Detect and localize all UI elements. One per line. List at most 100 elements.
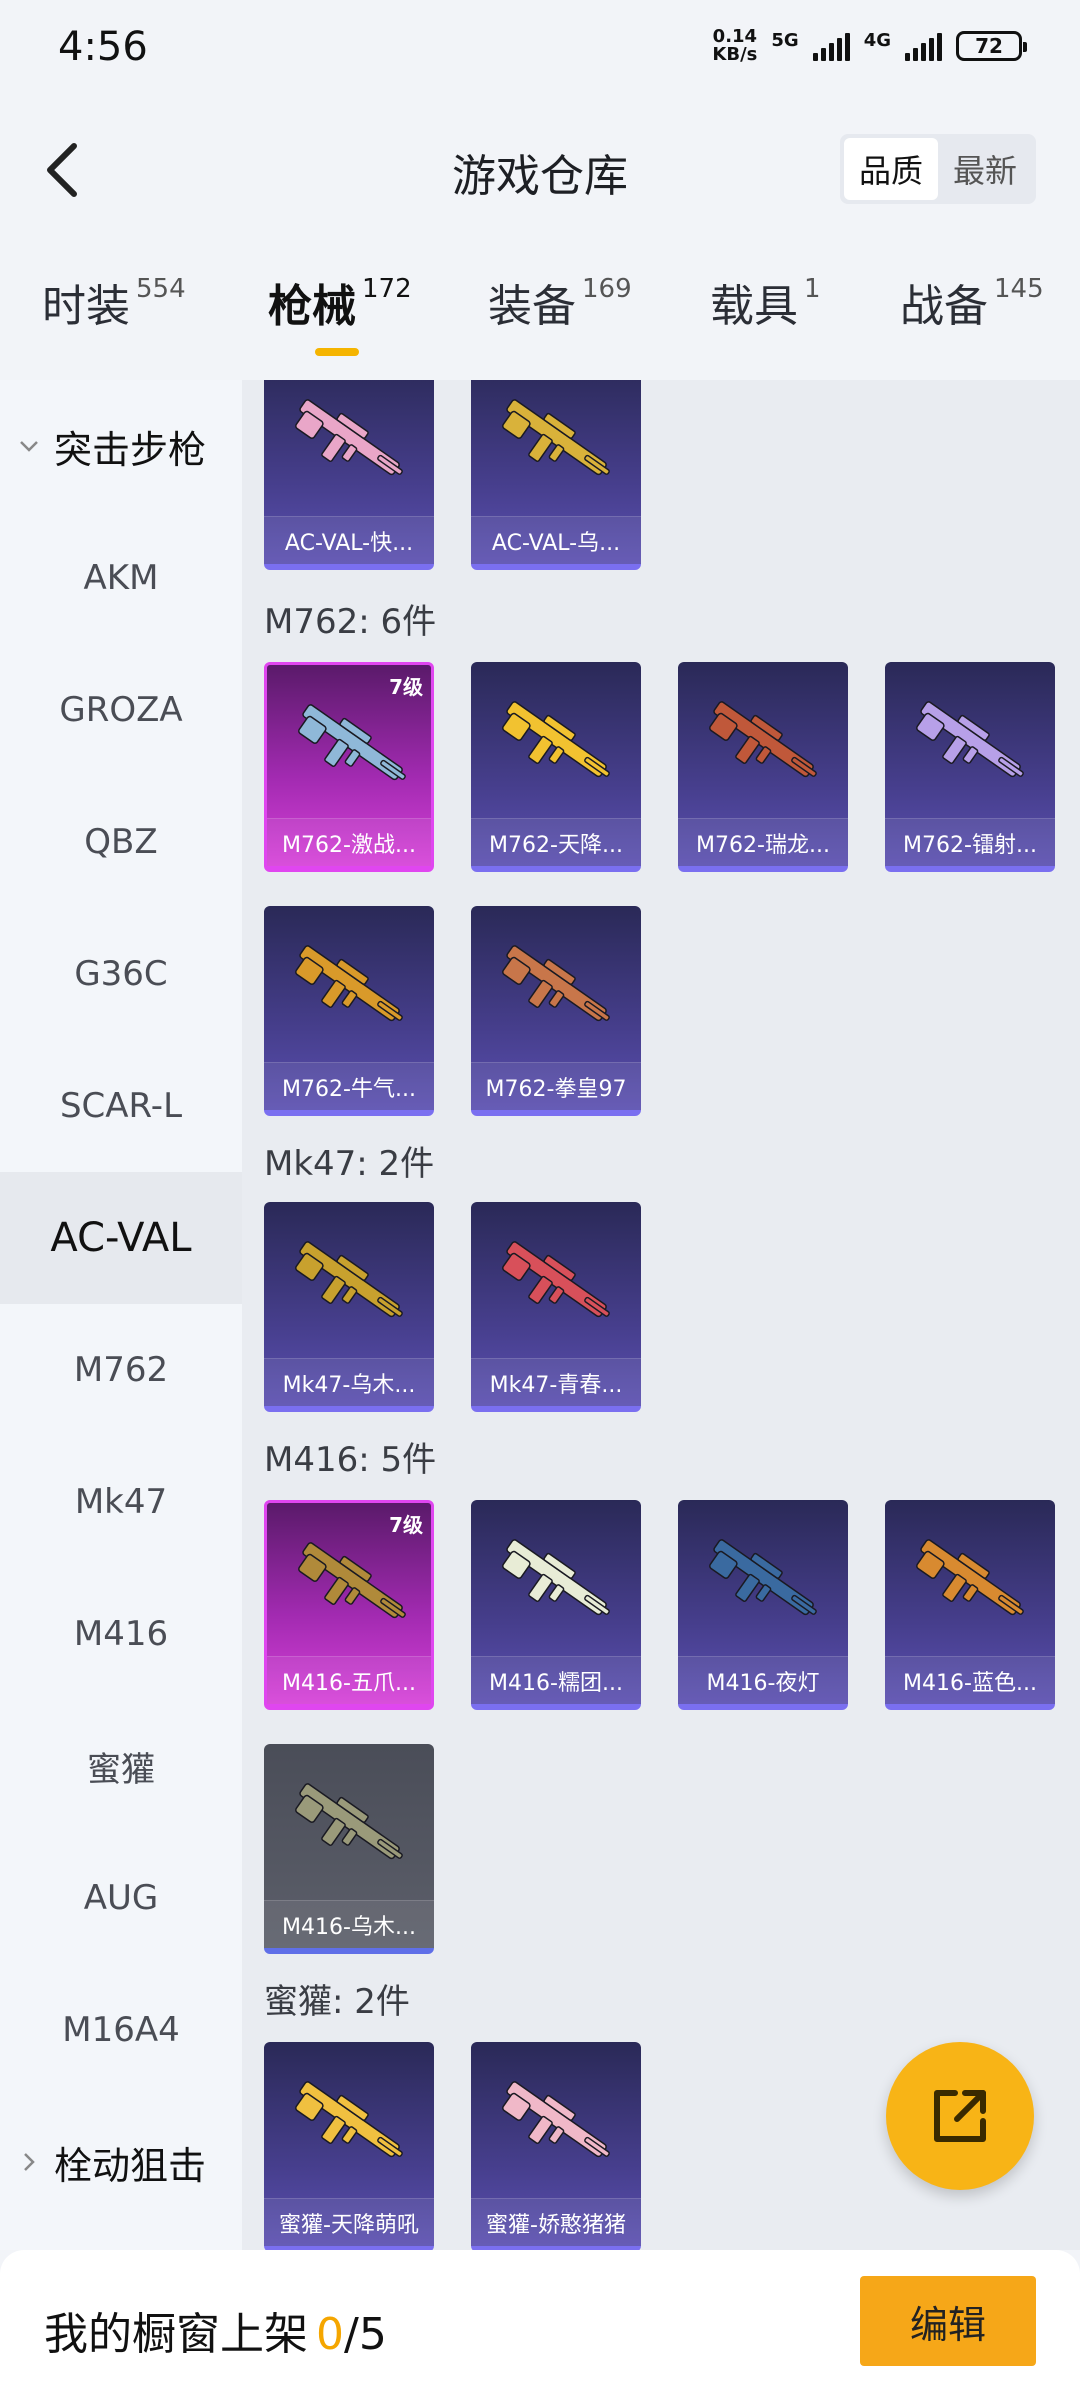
weapon-name: M416-五爪... [267,1656,431,1704]
sim2-label: 4G [863,30,891,51]
tab-count: 554 [136,274,186,304]
weapon-image [502,2081,610,2158]
weapon-image [709,701,817,778]
tab-label: 枪械 [268,281,356,332]
weapon-type-sidebar: 突击步枪 AKM GROZA QBZ G36C SCAR-L AC-VAL M7… [0,380,242,2250]
weapon-card[interactable]: 蜜獾-天降萌吼 [264,2042,434,2250]
section-title: 蜜獾: 2件 [264,1982,410,2022]
weapon-card[interactable]: M416-蓝色... [885,1500,1055,1710]
sidebar-item-m16a4[interactable]: M16A4 [0,1964,242,2096]
weapon-grid: AC-VAL-快... AC-VAL-乌... M762: 6件 7级 M762… [242,380,1080,2250]
weapon-image [916,701,1024,778]
sort-toggle: 品质 最新 [840,134,1036,204]
weapon-image [295,399,403,476]
weapon-image [502,399,610,476]
weapon-image [298,704,406,781]
weapon-name: M762-拳皇97 [471,1062,641,1110]
weapon-image [709,1539,817,1616]
weapon-name: M416-蓝色... [885,1656,1055,1704]
weapon-card[interactable]: 蜜獾-娇憨猪猪 [471,2042,641,2250]
sidebar-item-m416[interactable]: M416 [0,1568,242,1700]
weapon-image [502,701,610,778]
section-title: M762: 6件 [264,602,437,642]
tab-supplies[interactable]: 战备 145 [900,270,1044,334]
sim1-label: 5G [771,30,799,51]
weapon-card[interactable]: M762-镭射... [885,662,1055,872]
tab-label: 装备 [488,281,576,332]
weapon-card[interactable]: M416-糯团... [471,1500,641,1710]
header: 游戏仓库 品质 最新 [0,120,1080,220]
tab-fashion[interactable]: 时装 554 [42,270,186,334]
weapon-name: AC-VAL-乌... [471,516,641,564]
tab-guns[interactable]: 枪械 172 [268,270,412,334]
weapon-card[interactable]: AC-VAL-乌... [471,380,641,570]
net-speed-unit: KB/s [712,44,758,65]
sidebar-item-akm[interactable]: AKM [0,512,242,644]
weapon-name: AC-VAL-快... [264,516,434,564]
shelf-status: 我的橱窗上架 0 /5 [44,2298,387,2362]
tab-equipment[interactable]: 装备 169 [488,270,632,334]
weapon-name: M762-激战... [267,818,431,866]
app-root: 4:56 0.14 KB/s 5G 4G 72 游戏仓库 品质 最新 时装 55… [0,0,1080,2400]
sidebar-item-mk47[interactable]: Mk47 [0,1436,242,1568]
share-button[interactable] [886,2042,1034,2190]
sidebar-item-g36c[interactable]: G36C [0,908,242,1040]
weapon-image [502,1539,610,1616]
section-title: Mk47: 2件 [264,1144,435,1184]
weapon-image [295,2081,403,2158]
sidebar-item-groza[interactable]: GROZA [0,644,242,776]
bottom-bar: 我的橱窗上架 0 /5 编辑 [0,2250,1080,2400]
tab-label: 时装 [42,281,130,332]
weapon-image [295,1783,403,1860]
weapon-name: Mk47-乌木... [264,1358,434,1406]
status-bar: 4:56 0.14 KB/s 5G 4G 72 [0,0,1080,100]
tab-label: 战备 [900,281,988,332]
status-indicators: 0.14 KB/s 5G 4G 72 [712,28,1027,65]
battery-level: 72 [975,34,1003,58]
signal-bars-icon [905,31,942,61]
section-title: M416: 5件 [264,1440,437,1480]
sidebar-group-assault-rifles[interactable]: 突击步枪 [0,380,242,512]
weapon-card[interactable]: M416-乌木... [264,1744,434,1954]
shelf-count: 0 [316,2309,344,2360]
battery-icon: 72 [956,31,1027,61]
weapon-card[interactable]: 7级 M416-五爪... [264,1500,434,1710]
sidebar-item-scar-l[interactable]: SCAR-L [0,1040,242,1172]
tab-count: 145 [994,274,1044,304]
weapon-card[interactable]: AC-VAL-快... [264,380,434,570]
sort-quality-button[interactable]: 品质 [844,138,938,200]
sidebar-group-bolt-snipers[interactable]: 栓动狙击 [0,2096,242,2228]
weapon-card[interactable]: Mk47-青春... [471,1202,641,1412]
weapon-name: M762-牛气... [264,1062,434,1110]
tab-count: 169 [582,274,632,304]
weapon-card[interactable]: M762-天降... [471,662,641,872]
edit-button[interactable]: 编辑 [860,2276,1036,2366]
weapon-card[interactable]: M762-牛气... [264,906,434,1116]
sidebar-item-m762[interactable]: M762 [0,1304,242,1436]
weapon-card[interactable]: 7级 M762-激战... [264,662,434,872]
weapon-image [295,945,403,1022]
weapon-image [502,1241,610,1318]
weapon-card[interactable]: M762-拳皇97 [471,906,641,1116]
weapon-card[interactable]: M762-瑞龙... [678,662,848,872]
weapon-name: 蜜獾-娇憨猪猪 [471,2198,641,2246]
sidebar-item-qbz[interactable]: QBZ [0,776,242,908]
chevron-right-icon [24,2153,35,2171]
weapon-card[interactable]: Mk47-乌木... [264,1202,434,1412]
sidebar-item-aug[interactable]: AUG [0,1832,242,1964]
status-time: 4:56 [58,24,148,70]
tab-count: 172 [362,274,412,304]
signal-bars-icon [812,31,850,61]
tab-vehicles[interactable]: 载具 1 [710,270,821,334]
sidebar-group-label: 栓动狙击 [54,2143,207,2188]
weapon-name: M762-瑞龙... [678,818,848,866]
shelf-label: 我的橱窗上架 [44,2309,308,2360]
weapon-name: M416-糯团... [471,1656,641,1704]
sidebar-item-ac-val[interactable]: AC-VAL [0,1172,242,1304]
weapon-name: M416-夜灯 [678,1656,848,1704]
weapon-card[interactable]: M416-夜灯 [678,1500,848,1710]
sidebar-item-honey-badger[interactable]: 蜜獾 [0,1700,242,1832]
weapon-image [295,1241,403,1318]
sort-latest-button[interactable]: 最新 [938,138,1032,200]
weapon-name: M416-乌木... [264,1900,434,1948]
